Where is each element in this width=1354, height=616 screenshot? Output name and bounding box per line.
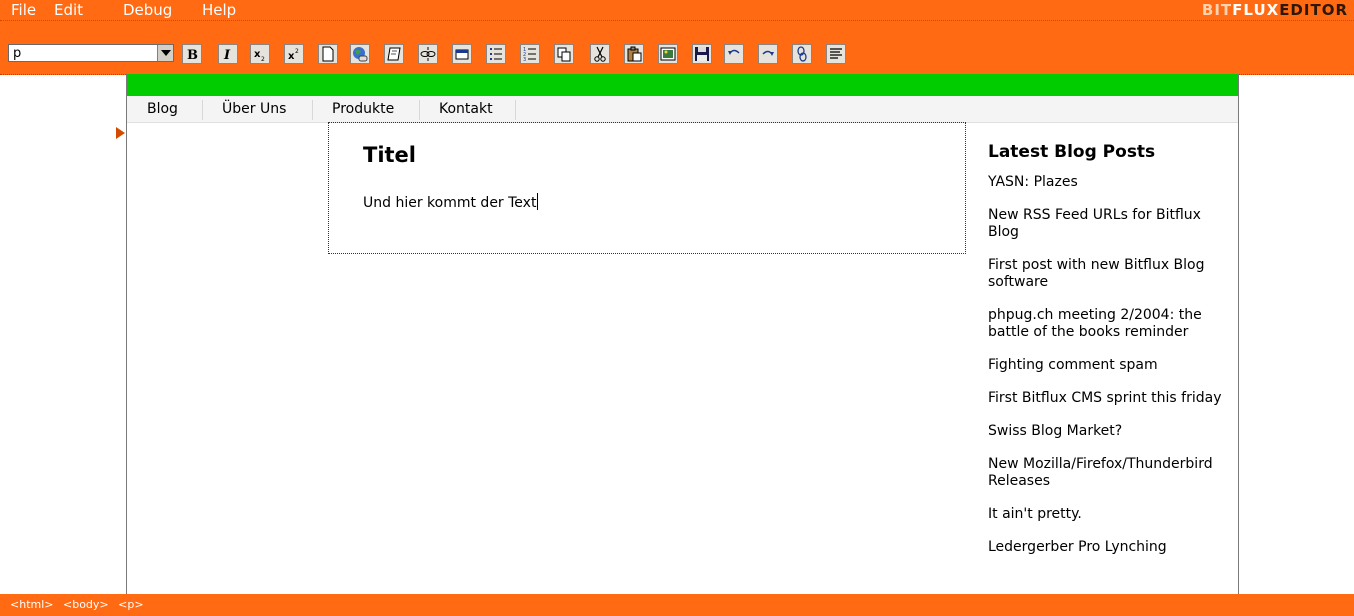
nav-item-blog[interactable]: Blog <box>147 96 178 122</box>
bold-icon: B <box>187 48 198 62</box>
site-header-banner <box>127 74 1238 96</box>
insert-table-button[interactable] <box>452 44 472 64</box>
unordered-list-button[interactable] <box>486 44 506 64</box>
block-format-value: p <box>13 46 22 61</box>
menu-file[interactable]: File <box>11 0 36 20</box>
latest-posts-sidebar: Latest Blog Posts YASN: Plazes New RSS F… <box>988 142 1223 572</box>
undo-button[interactable] <box>724 44 744 64</box>
blog-post-link[interactable]: Ledergerber Pro Lynching <box>988 539 1223 556</box>
nav-divider <box>312 100 313 120</box>
menu-help[interactable]: Help <box>202 0 236 20</box>
anchor-button[interactable] <box>792 44 812 64</box>
document-icon <box>322 46 334 62</box>
svg-text:x: x <box>288 51 295 62</box>
floppy-disk-icon <box>695 47 709 61</box>
image-icon <box>660 47 676 61</box>
nav-item-produkte[interactable]: Produkte <box>332 96 394 122</box>
content-text[interactable]: Und hier kommt der Text <box>363 195 536 211</box>
svg-text:I: I <box>223 48 231 62</box>
superscript-button[interactable]: x2 <box>284 44 304 64</box>
path-html[interactable]: <html> <box>10 598 54 611</box>
sidebar-title: Latest Blog Posts <box>988 142 1156 162</box>
editable-content-area[interactable]: Titel Und hier kommt der Text <box>328 122 966 254</box>
content-title[interactable]: Titel <box>363 143 416 167</box>
copy-button[interactable] <box>554 44 574 64</box>
ordered-list-button[interactable]: 123 <box>520 44 540 64</box>
chevron-down-icon[interactable] <box>157 45 173 61</box>
site-navigation: Blog Über Uns Produkte Kontakt <box>127 96 1238 123</box>
path-p[interactable]: <p> <box>118 598 143 611</box>
insert-note-button[interactable] <box>384 44 404 64</box>
nav-item-kontakt[interactable]: Kontakt <box>439 96 493 122</box>
insert-image-button[interactable] <box>658 44 678 64</box>
svg-text:B: B <box>187 48 198 62</box>
bulleted-list-icon <box>490 48 502 60</box>
blog-post-link[interactable]: phpug.ch meeting 2/2004: the battle of t… <box>988 307 1223 341</box>
blog-post-link[interactable]: Swiss Blog Market? <box>988 423 1223 440</box>
numbered-list-icon: 123 <box>523 47 536 62</box>
element-path: <html> <body> <p> <box>10 598 150 611</box>
svg-text:x: x <box>254 49 261 60</box>
redo-icon <box>762 50 774 56</box>
align-button[interactable] <box>826 44 846 64</box>
blog-post-link[interactable]: New Mozilla/Firefox/Thunderbird Releases <box>988 456 1223 490</box>
globe-link-icon <box>353 47 368 62</box>
table-icon <box>455 49 469 60</box>
scissors-icon <box>594 46 606 62</box>
note-icon <box>387 47 401 61</box>
svg-text:2: 2 <box>295 48 299 55</box>
unlink-button[interactable] <box>418 44 438 64</box>
blog-post-link[interactable]: YASN: Plazes <box>988 174 1223 191</box>
redo-button[interactable] <box>758 44 778 64</box>
status-bar: <html> <body> <p> <box>0 594 1354 616</box>
blog-post-link[interactable]: It ain't pretty. <box>988 506 1223 523</box>
svg-text:3: 3 <box>523 57 526 62</box>
broken-link-icon <box>420 47 436 61</box>
nav-divider <box>202 100 203 120</box>
copy-icon <box>557 47 571 62</box>
blog-post-link[interactable]: First post with new Bitflux Blog softwar… <box>988 257 1223 291</box>
blog-post-link[interactable]: First Bitflux CMS sprint this friday <box>988 390 1223 407</box>
bitflux-editor-logo: BITFLUXEDITOR <box>1201 1 1348 19</box>
content-paragraph[interactable]: Und hier kommt der Text <box>363 193 539 211</box>
nav-item-ueber-uns[interactable]: Über Uns <box>222 96 286 122</box>
align-lines-icon <box>830 48 842 59</box>
svg-text:2: 2 <box>261 56 265 62</box>
blog-post-link[interactable]: New RSS Feed URLs for Bitflux Blog <box>988 207 1223 241</box>
italic-button[interactable]: I <box>218 44 238 64</box>
block-format-select[interactable]: p <box>8 44 174 62</box>
save-button[interactable] <box>692 44 712 64</box>
menu-bar: File Edit Debug Help BITFLUXEDITOR <box>0 0 1354 20</box>
menu-edit[interactable]: Edit <box>54 0 83 20</box>
chain-link-icon <box>797 46 807 62</box>
blog-post-link[interactable]: Fighting comment spam <box>988 357 1223 374</box>
italic-icon: I <box>223 48 231 62</box>
insert-link-button[interactable] <box>350 44 370 64</box>
path-body[interactable]: <body> <box>63 598 109 611</box>
paste-icon <box>627 46 642 62</box>
caret-marker-icon <box>116 127 125 139</box>
nav-divider <box>419 100 420 120</box>
menu-debug[interactable]: Debug <box>123 0 172 20</box>
subscript-icon: x2 <box>254 49 265 62</box>
undo-icon <box>728 49 740 55</box>
new-document-button[interactable] <box>318 44 338 64</box>
nav-divider <box>515 100 516 120</box>
bold-button[interactable]: B <box>182 44 202 64</box>
cut-button[interactable] <box>590 44 610 64</box>
text-cursor <box>537 193 539 210</box>
subscript-button[interactable]: x2 <box>250 44 270 64</box>
superscript-icon: x2 <box>288 48 299 62</box>
paste-button[interactable] <box>624 44 644 64</box>
